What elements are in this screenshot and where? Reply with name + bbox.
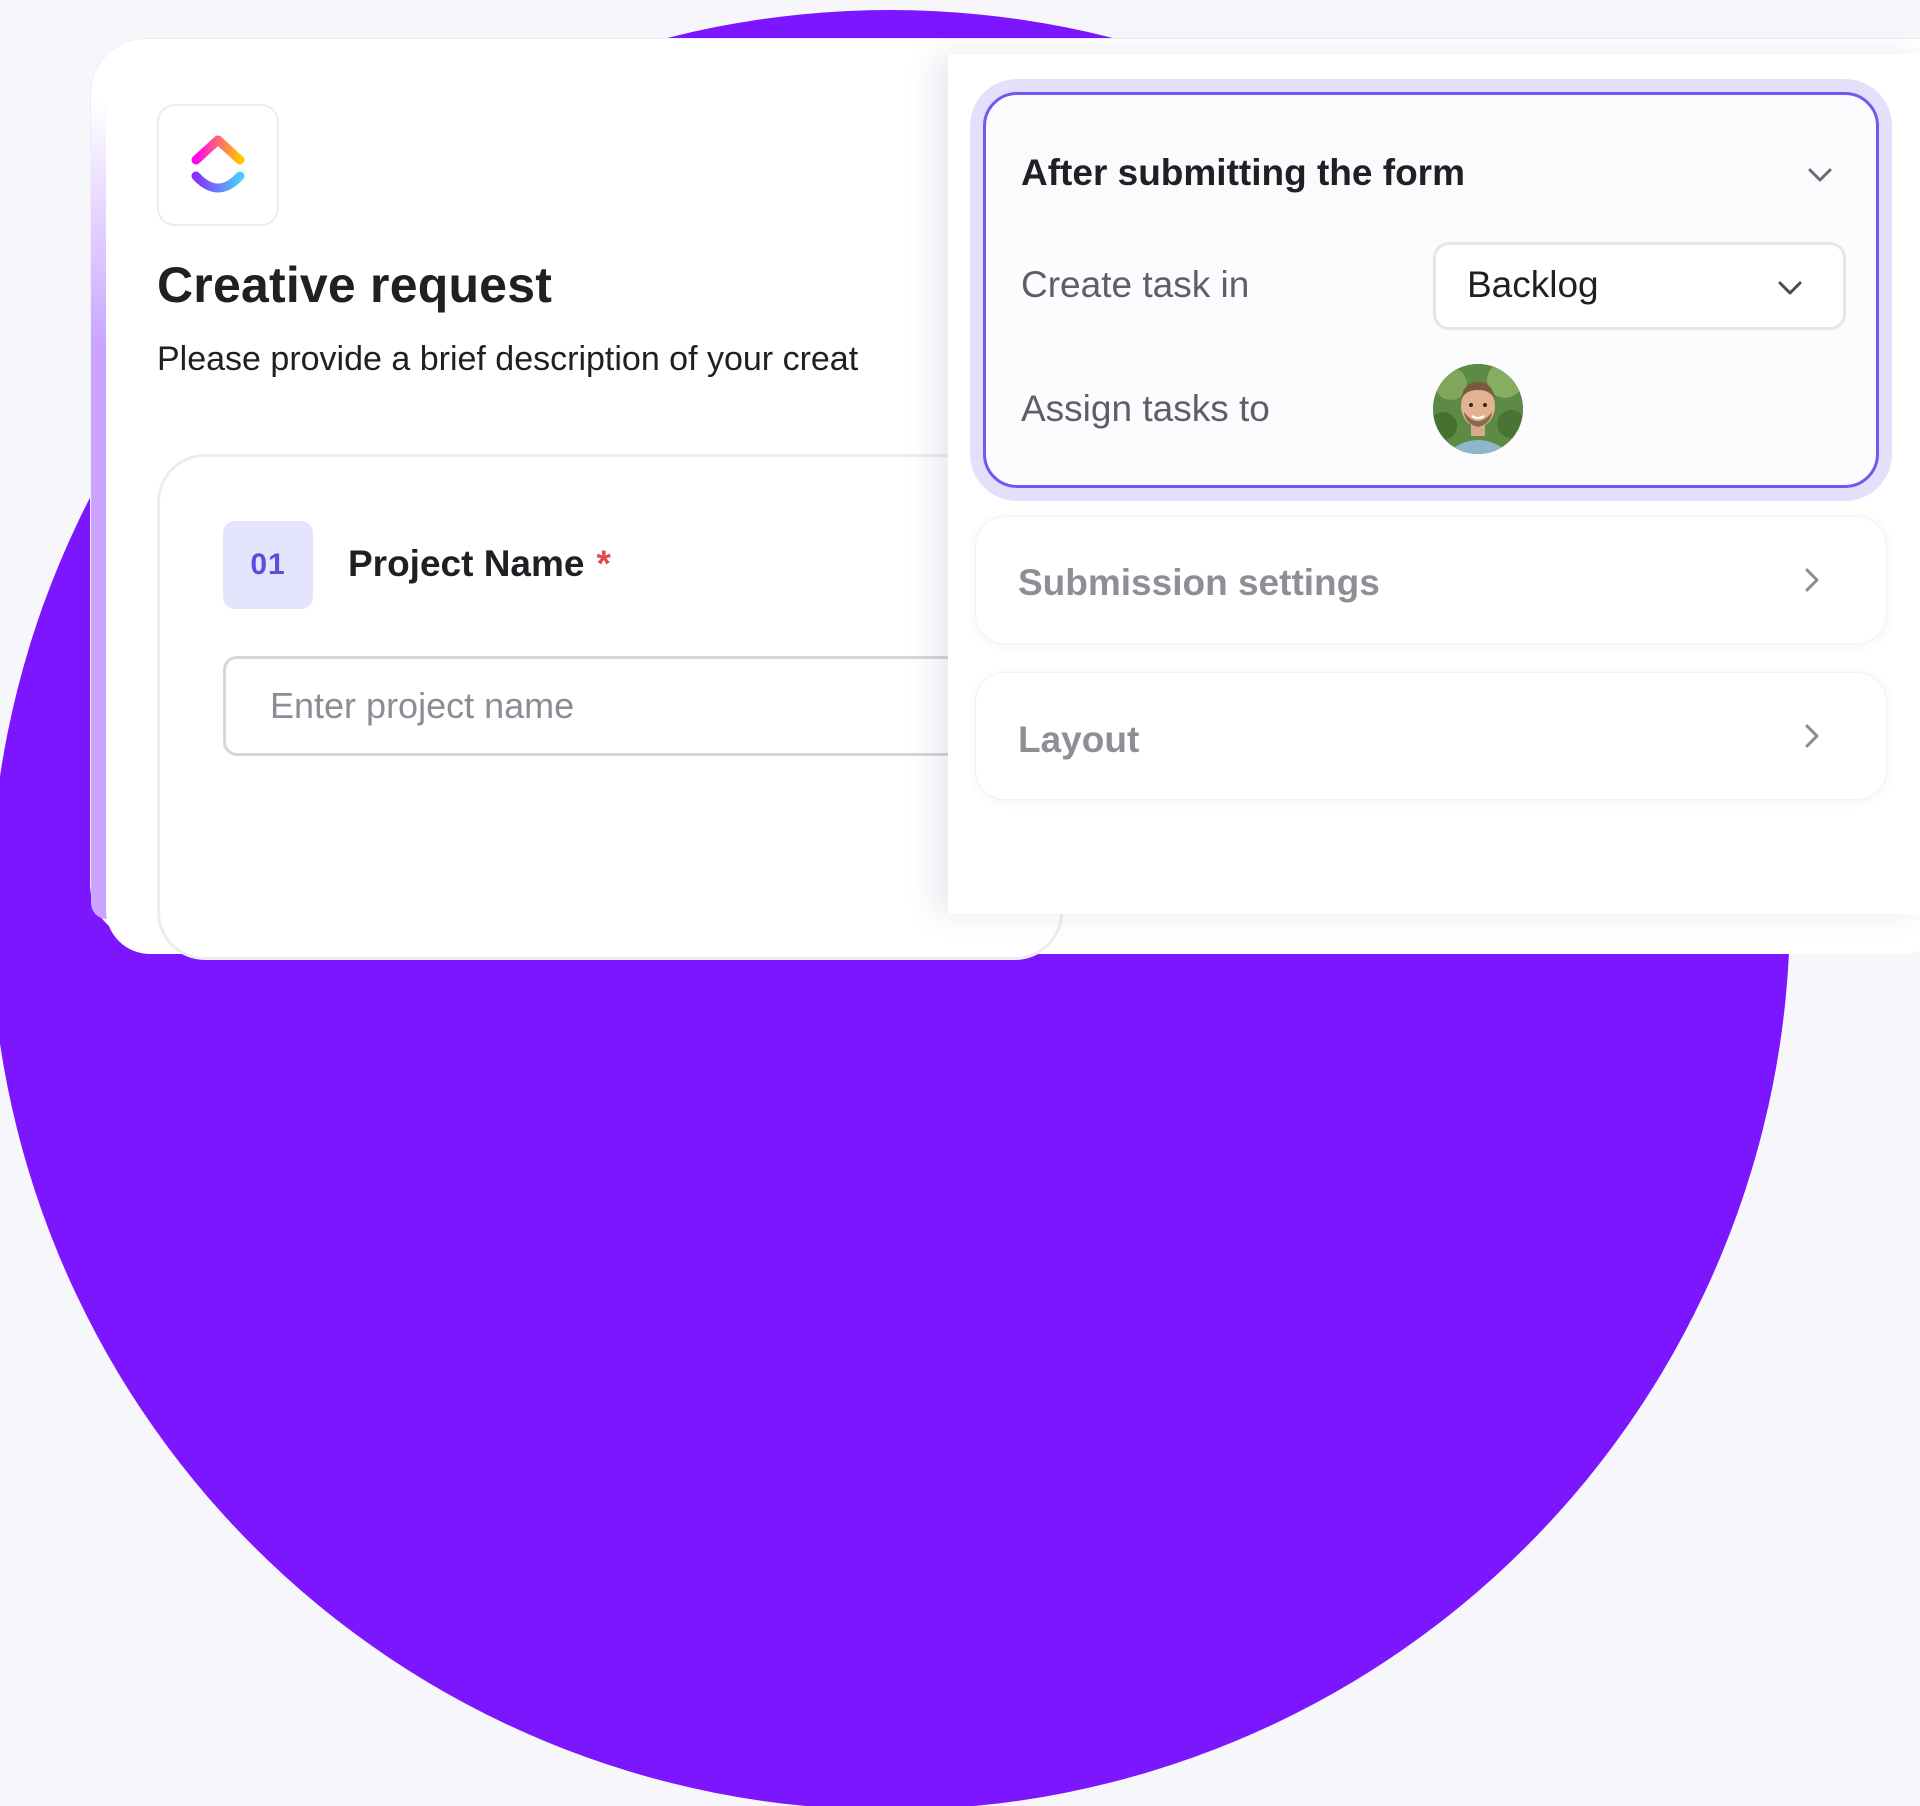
project-name-placeholder: Enter project name (270, 685, 575, 726)
layout-title: Layout (1018, 719, 1140, 760)
assignee-avatar[interactable] (1433, 364, 1523, 454)
project-name-input[interactable]: Enter project name (223, 656, 983, 756)
brand-logo (157, 104, 279, 226)
after-submit-title: After submitting the form (1021, 152, 1465, 193)
required-mark: * (596, 543, 611, 584)
clickup-logo-icon (191, 135, 245, 193)
chevron-right-icon[interactable] (1797, 721, 1827, 751)
submission-settings-title: Submission settings (1018, 562, 1380, 603)
create-task-label: Create task in (1021, 264, 1250, 305)
create-task-select-value: Backlog (1467, 264, 1599, 305)
user-avatar-icon (1433, 364, 1523, 454)
question-number-badge: 01 (223, 521, 313, 609)
question-label: Project Name * (348, 543, 611, 585)
chevron-down-icon[interactable] (1775, 273, 1805, 303)
chevron-right-icon[interactable] (1797, 565, 1827, 595)
chevron-down-icon[interactable] (1805, 160, 1835, 190)
form-description: Please provide a brief description of yo… (157, 340, 859, 378)
question-label-text: Project Name (348, 543, 585, 584)
form-title: Creative request (157, 257, 553, 313)
assign-tasks-label: Assign tasks to (1021, 388, 1270, 429)
